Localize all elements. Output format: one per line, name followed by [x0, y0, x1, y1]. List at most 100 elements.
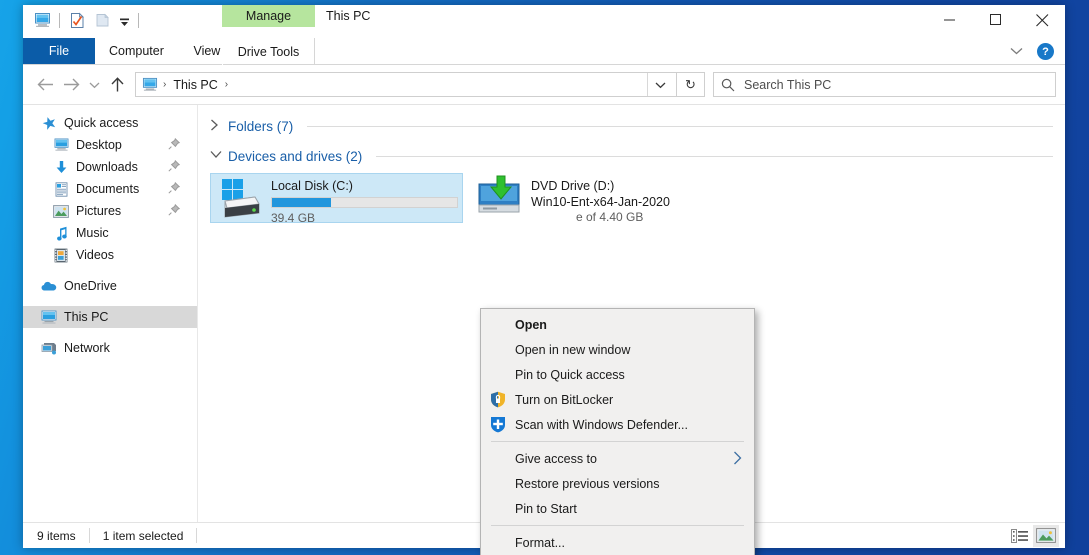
tab-file[interactable]: File [23, 38, 95, 64]
group-rule [376, 155, 1053, 157]
search-input[interactable]: Search This PC [744, 78, 831, 92]
large-icons-view-button[interactable] [1033, 524, 1059, 547]
pin-icon[interactable] [168, 137, 181, 151]
tab-computer[interactable]: Computer [95, 38, 178, 64]
minimize-button[interactable] [927, 5, 973, 35]
sidebar-item-onedrive[interactable]: OneDrive [23, 275, 197, 297]
menu-item-open-in-new-window[interactable]: Open in new window [481, 337, 754, 362]
menu-item-pin-to-start[interactable]: Pin to Start [481, 496, 754, 521]
menu-item-pin-to-quick-access[interactable]: Pin to Quick access [481, 362, 754, 387]
menu-icon-placeholder [489, 341, 507, 359]
group-header-devices[interactable]: Devices and drives (2) [210, 145, 1053, 167]
pin-icon[interactable] [168, 203, 181, 217]
details-view-button[interactable] [1007, 525, 1033, 547]
drive-tile-local-disk-c[interactable]: Local Disk (C:) 39.4 GB [210, 173, 463, 225]
title-bar: Manage This PC [23, 5, 1065, 38]
sidebar-label: Documents [76, 182, 140, 196]
breadcrumb-separator-0: › [163, 79, 167, 90]
search-box[interactable]: Search This PC [713, 72, 1056, 97]
sidebar-item-this-pc[interactable]: This PC [23, 306, 197, 328]
drive-tile-dvd-d[interactable]: DVD Drive (D:) Win10-Ent-x64-Jan-2020 e … [471, 173, 724, 224]
new-folder-icon[interactable] [91, 9, 113, 31]
recent-locations-button[interactable] [84, 72, 104, 98]
status-selection: 1 item selected [102, 528, 184, 543]
status-item-count: 9 items [37, 528, 76, 543]
drive-usage-bar [271, 197, 458, 208]
customize-chevron-icon[interactable] [116, 10, 132, 30]
drive-name: Local Disk (C:) [271, 179, 353, 193]
address-bar[interactable]: › This PC › [135, 72, 677, 97]
menu-icon-placeholder [489, 366, 507, 384]
defender-shield-icon [489, 416, 507, 434]
sidebar-label: Desktop [76, 138, 122, 152]
sidebar-item-videos[interactable]: Videos [23, 244, 197, 266]
tab-drive-tools[interactable]: Drive Tools [222, 38, 315, 65]
sidebar-item-music[interactable]: Music [23, 222, 197, 244]
status-divider-2 [196, 528, 198, 543]
sidebar-item-desktop[interactable]: Desktop [23, 134, 197, 156]
network-icon [41, 340, 57, 356]
menu-item-open[interactable]: Open [481, 312, 754, 337]
pin-icon[interactable] [168, 159, 181, 173]
explorer-body: Quick access Desktop Downloads Documents… [23, 105, 1065, 555]
close-button[interactable] [1019, 5, 1065, 35]
drive-usage-fill [272, 198, 332, 207]
window-controls [927, 5, 1065, 35]
sidebar-label: Music [76, 226, 109, 240]
sidebar-item-documents[interactable]: Documents [23, 178, 197, 200]
menu-label: Pin to Start [515, 501, 577, 516]
chevron-down-icon[interactable] [210, 150, 222, 162]
group-header-folders[interactable]: Folders (7) [210, 115, 1053, 137]
sidebar-label: Pictures [76, 204, 122, 218]
sidebar-item-network[interactable]: Network [23, 337, 197, 359]
back-button[interactable] [32, 72, 58, 98]
sidebar-item-pictures[interactable]: Pictures [23, 200, 197, 222]
sidebar-label: Videos [76, 248, 114, 262]
refresh-button[interactable]: ↻ [677, 72, 705, 97]
windows-drive-icon [215, 176, 265, 222]
menu-item-give-access-to[interactable]: Give access to [481, 446, 754, 471]
menu-item-format[interactable]: Format... [481, 530, 754, 555]
bitlocker-shield-icon [489, 391, 507, 409]
sidebar-label: Quick access [64, 116, 139, 130]
onedrive-icon [41, 278, 57, 294]
breadcrumb-icon [142, 77, 158, 92]
drive-tiles: Local Disk (C:) 39.4 GB DVD Drive (D:) W… [210, 173, 1053, 225]
address-bar-row: › This PC › ↻ Search This PC [23, 65, 1065, 105]
menu-item-turn-on-bitlocker[interactable]: Turn on BitLocker [481, 387, 754, 412]
ribbon-tab-row: File Computer View Drive Tools ? [23, 38, 1065, 65]
menu-label: Format... [515, 535, 566, 550]
context-menu: Open Open in new window Pin to Quick acc… [480, 308, 755, 555]
downloads-icon [53, 159, 69, 175]
breadcrumb-this-pc[interactable]: This PC [171, 78, 219, 92]
chevron-right-icon[interactable] [210, 119, 222, 134]
videos-icon [53, 247, 69, 263]
help-icon[interactable]: ? [1037, 43, 1054, 60]
address-dropdown-icon[interactable] [648, 73, 672, 96]
group-rule [307, 125, 1053, 127]
forward-button[interactable] [58, 72, 84, 98]
breadcrumb-separator-1[interactable]: › [220, 79, 233, 90]
menu-icon-placeholder [489, 450, 507, 468]
drive-free-space: e of 4.40 GB [576, 210, 644, 224]
pictures-icon [53, 203, 69, 219]
window-title: This PC [326, 9, 371, 23]
drive-info: DVD Drive (D:) Win10-Ent-x64-Jan-2020 e … [531, 175, 720, 224]
ribbon-right-controls: ? [1004, 38, 1061, 65]
sidebar-item-downloads[interactable]: Downloads [23, 156, 197, 178]
file-explorer-window: Manage This PC File Computer View Drive … [23, 5, 1065, 555]
toolbar-separator [59, 12, 60, 28]
maximize-button[interactable] [973, 5, 1019, 35]
properties-icon[interactable] [66, 9, 88, 31]
menu-icon-placeholder [489, 316, 507, 334]
menu-item-scan-with-windows-defender[interactable]: Scan with Windows Defender... [481, 412, 754, 437]
desktop-icon [53, 137, 69, 153]
this-pc-icon[interactable] [31, 9, 53, 31]
menu-item-restore-previous-versions[interactable]: Restore previous versions [481, 471, 754, 496]
drive-label: Win10-Ent-x64-Jan-2020 [531, 195, 670, 209]
up-button[interactable] [104, 72, 130, 98]
pin-icon[interactable] [168, 181, 181, 195]
music-icon [53, 225, 69, 241]
sidebar-item-quick-access[interactable]: Quick access [23, 112, 197, 134]
chevron-down-icon[interactable] [1004, 47, 1029, 57]
